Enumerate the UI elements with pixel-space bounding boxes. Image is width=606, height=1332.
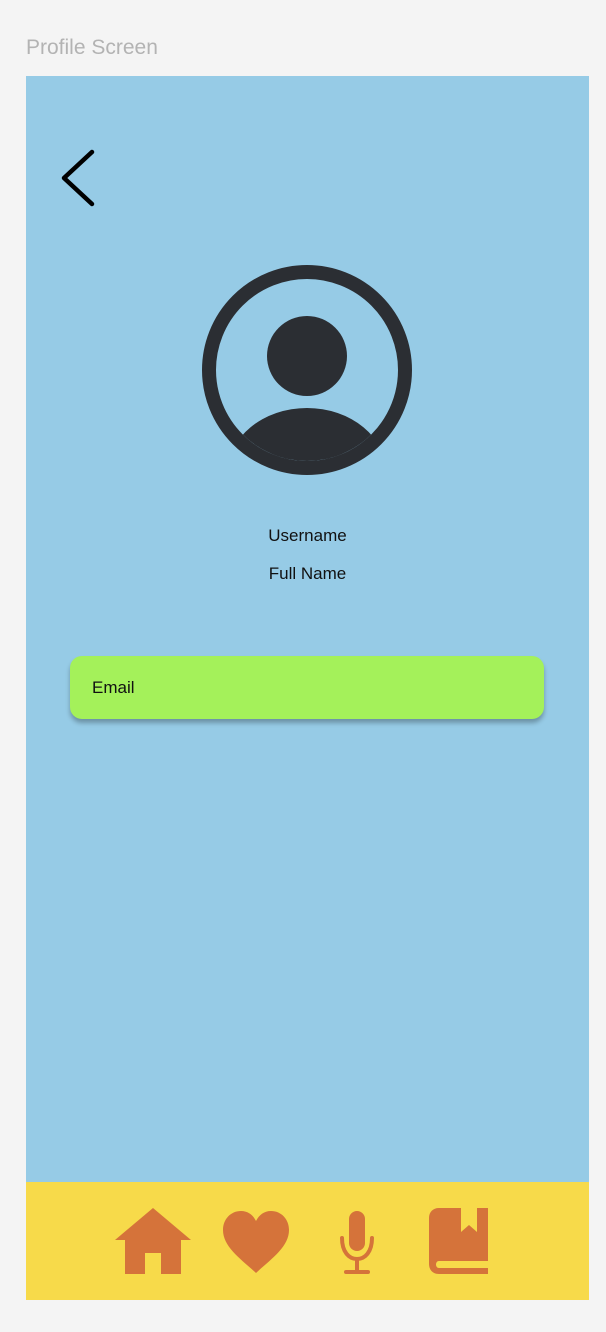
microphone-icon xyxy=(340,1211,374,1274)
chevron-left-icon xyxy=(61,149,95,207)
nav-favorites-button[interactable] xyxy=(221,1209,291,1275)
nav-library-button[interactable] xyxy=(428,1206,490,1276)
heart-icon xyxy=(223,1211,289,1273)
profile-screen: Username Full Name Email xyxy=(26,76,589,1300)
avatar xyxy=(201,264,413,476)
back-button[interactable] xyxy=(56,148,100,208)
nav-microphone-button[interactable] xyxy=(336,1208,378,1278)
nav-home-button[interactable] xyxy=(114,1206,192,1276)
username-label: Username xyxy=(268,526,347,545)
frame-title: Profile Screen xyxy=(26,36,158,59)
email-field[interactable]: Email xyxy=(70,656,544,719)
user-circle-icon xyxy=(202,265,412,475)
email-placeholder: Email xyxy=(92,677,135,697)
home-icon xyxy=(115,1208,191,1274)
bookmark-book-icon xyxy=(429,1208,488,1274)
full-name-label: Full Name xyxy=(268,564,347,583)
bottom-nav xyxy=(26,1182,589,1300)
